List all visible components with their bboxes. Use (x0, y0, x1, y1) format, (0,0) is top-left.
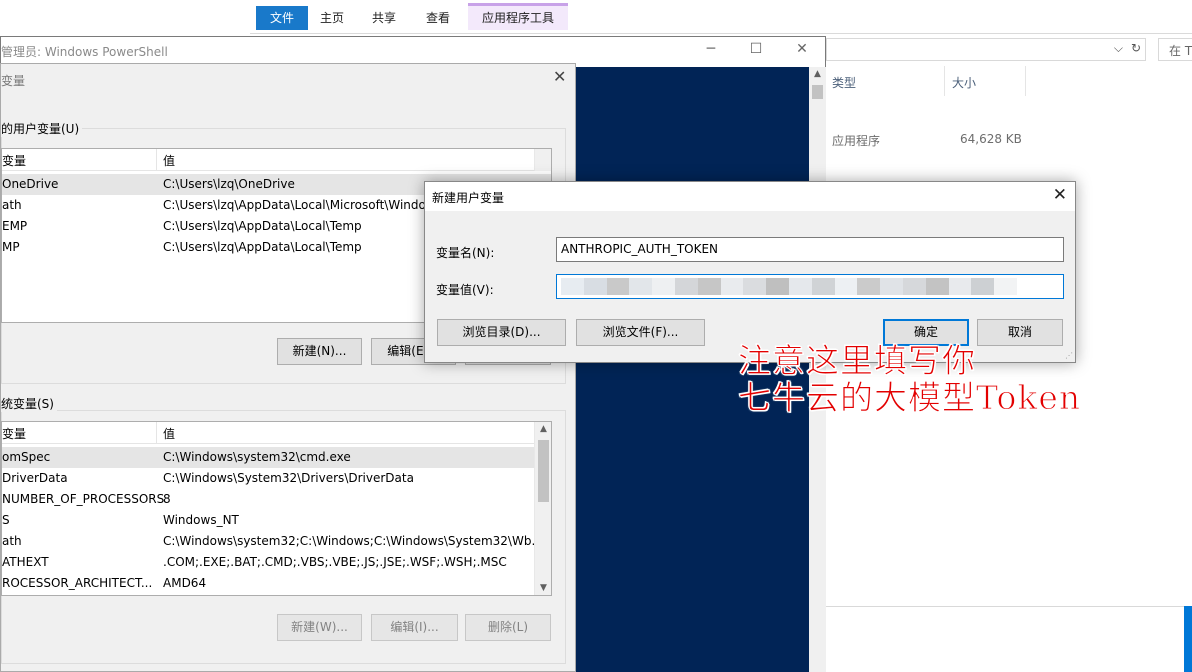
resize-grip-icon[interactable]: ⋰ (1065, 351, 1073, 360)
explorer-ribbon: 文件 主页 共享 查看 应用程序工具 (250, 0, 1192, 34)
var-name: EMP (2, 219, 28, 233)
column-divider (156, 149, 157, 171)
maximize-icon[interactable]: ☐ (744, 41, 768, 57)
close-icon[interactable]: ✕ (790, 41, 814, 57)
var-value: .COM;.EXE;.BAT;.CMD;.VBS;.VBE;.JS;.JSE;.… (163, 555, 507, 569)
scroll-up-icon[interactable]: ▲ (535, 424, 551, 434)
column-header-variable[interactable]: 变量 (2, 152, 26, 169)
browse-file-button[interactable]: 浏览文件(F)... (576, 319, 705, 346)
powershell-title: 管理员: Windows PowerShell (1, 45, 168, 59)
var-name: ath (2, 534, 22, 548)
var-name: ATHEXT (2, 555, 49, 569)
variable-name-label: 变量名(N): (436, 246, 495, 260)
desktop-edge (1184, 606, 1192, 672)
variable-value-input[interactable] (556, 274, 1064, 299)
table-row[interactable]: S Windows_NT (2, 510, 551, 531)
environment-variables-dialog: 变量 ✕ 的用户变量(U) 变量 值 OneDrive C:\Users\lzq… (0, 63, 576, 672)
column-divider (944, 66, 945, 96)
list-header: 变量 值 (2, 149, 551, 171)
system-vars-label: 统变量(S) (1, 395, 57, 412)
scroll-thumb[interactable] (538, 440, 549, 502)
user-vars-label: 的用户变量(U) (1, 120, 83, 137)
var-value: C:\Users\lzq\OneDrive (163, 177, 295, 191)
var-name: MP (2, 240, 20, 254)
table-row[interactable]: omSpec C:\Windows\system32\cmd.exe (2, 447, 551, 468)
tab-share[interactable]: 共享 (362, 6, 406, 30)
column-header-value[interactable]: 值 (163, 152, 175, 169)
var-name: DriverData (2, 471, 68, 485)
column-header-value[interactable]: 值 (163, 425, 175, 442)
list-scrollbar[interactable] (534, 149, 551, 171)
table-row[interactable]: NUMBER_OF_PROCESSORS 8 (2, 489, 551, 510)
tab-view[interactable]: 查看 (416, 6, 460, 30)
var-name: OneDrive (2, 177, 59, 191)
var-name: ROCESSOR_ARCHITECT... (2, 576, 153, 590)
var-value: AMD64 (163, 576, 207, 590)
new-user-variable-dialog: 新建用户变量 ✕ 变量名(N): ANTHROPIC_AUTH_TOKEN 变量… (424, 181, 1076, 363)
var-name: NUMBER_OF_PROCESSORS (2, 492, 165, 506)
list-header: 变量 值 (2, 422, 551, 444)
scroll-thumb[interactable] (812, 85, 823, 99)
redacted-token-value (561, 278, 1017, 295)
env-dialog-title: 变量 (1, 74, 26, 88)
close-icon[interactable]: ✕ (1053, 185, 1067, 205)
chevron-down-icon[interactable]: ⌵ (1114, 41, 1123, 56)
column-divider (156, 422, 157, 444)
edit-system-var-button[interactable]: 编辑(I)... (371, 614, 458, 641)
tab-home[interactable]: 主页 (310, 6, 354, 30)
browse-directory-button[interactable]: 浏览目录(D)... (437, 319, 566, 346)
table-row[interactable]: ROCESSOR_ARCHITECT... AMD64 (2, 573, 551, 594)
scroll-up-icon[interactable]: ▲ (809, 69, 826, 79)
new-user-var-button[interactable]: 新建(N)... (277, 338, 362, 365)
table-row[interactable]: ath C:\Windows\system32;C:\Windows;C:\Wi… (2, 531, 551, 552)
var-value: Windows_NT (163, 513, 239, 527)
file-type-cell: 应用程序 (832, 134, 881, 148)
column-header-size[interactable]: 大小 (952, 74, 976, 91)
dialog-titlebar[interactable]: 新建用户变量 ✕ (425, 182, 1075, 211)
refresh-icon[interactable]: ↻ (1131, 41, 1141, 55)
table-row[interactable]: DriverData C:\Windows\System32\Drivers\D… (2, 468, 551, 489)
variable-name-input[interactable]: ANTHROPIC_AUTH_TOKEN (556, 237, 1064, 262)
scroll-down-icon[interactable]: ▼ (535, 583, 551, 593)
close-icon[interactable]: ✕ (553, 67, 566, 86)
var-value: C:\Windows\system32;C:\Windows;C:\Window… (163, 534, 543, 548)
new-system-var-button[interactable]: 新建(W)... (277, 614, 362, 641)
tab-file[interactable]: 文件 (256, 6, 308, 30)
cancel-button[interactable]: 取消 (977, 319, 1063, 346)
variable-value-label: 变量值(V): (436, 283, 494, 297)
var-value: C:\Users\lzq\AppData\Local\Temp (163, 240, 362, 254)
annotation-line-1: 注意这里填写你 (738, 341, 976, 380)
search-box[interactable]: 在 T (1158, 38, 1192, 61)
tab-app-tools[interactable]: 应用程序工具 (468, 3, 568, 30)
system-vars-list[interactable]: 变量 值 omSpec C:\Windows\system32\cmd.exe … (1, 421, 552, 596)
var-name: ath (2, 198, 22, 212)
dialog-title: 新建用户变量 (432, 191, 505, 205)
var-value: C:\Users\lzq\AppData\Local\Temp (163, 219, 362, 233)
delete-system-var-button[interactable]: 删除(L) (465, 614, 551, 641)
address-bar[interactable]: ⌵ ↻ (826, 38, 1146, 61)
var-value: C:\Windows\System32\Drivers\DriverData (163, 471, 414, 485)
list-scrollbar[interactable]: ▲ ▼ (534, 422, 551, 595)
var-value: 8 (163, 492, 171, 506)
table-row[interactable]: ATHEXT .COM;.EXE;.BAT;.CMD;.VBS;.VBE;.JS… (2, 552, 551, 573)
file-size-cell: 64,628 KB (960, 132, 1022, 146)
var-name: S (2, 513, 10, 527)
minimize-icon[interactable]: ─ (699, 41, 723, 57)
column-divider (1025, 66, 1026, 96)
explorer-bottom-panel (826, 606, 1192, 672)
var-name: omSpec (2, 450, 51, 464)
column-header-type[interactable]: 类型 (832, 74, 856, 91)
column-header-variable[interactable]: 变量 (2, 425, 26, 442)
var-value: C:\Windows\system32\cmd.exe (163, 450, 351, 464)
annotation-line-2: 七牛云的大模型Token (737, 378, 1082, 417)
